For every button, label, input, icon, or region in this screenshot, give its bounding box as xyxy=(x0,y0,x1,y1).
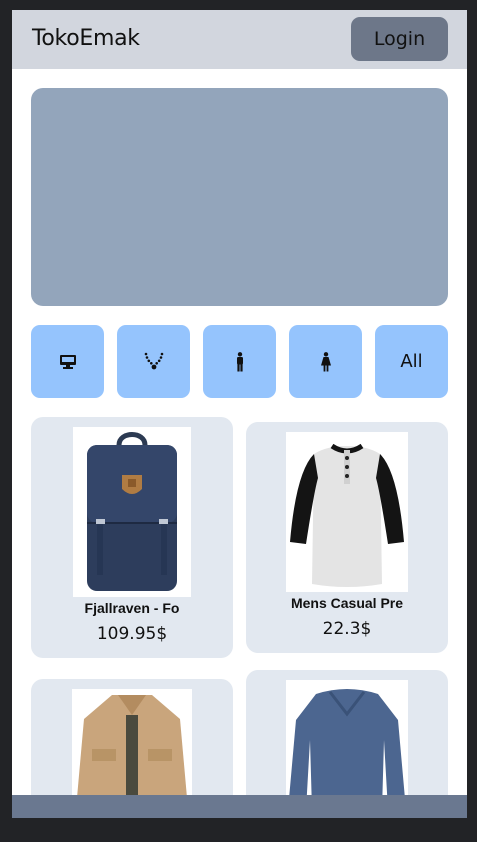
top-navbar: TokoEmak Login xyxy=(12,10,467,69)
category-jewelery-button[interactable] xyxy=(117,325,190,398)
category-all-label: All xyxy=(400,351,423,372)
category-electronics-button[interactable] xyxy=(31,325,104,398)
product-price: 22.3$ xyxy=(322,619,372,639)
female-icon xyxy=(320,351,331,371)
product-image xyxy=(286,432,408,592)
product-card[interactable]: Mens Casual Pre 22.3$ xyxy=(246,422,448,653)
computer-icon xyxy=(59,354,76,369)
category-women-button[interactable] xyxy=(289,325,362,398)
product-price: 109.95$ xyxy=(96,624,168,644)
male-icon xyxy=(236,351,243,371)
product-name: Fjallraven - Fo xyxy=(84,600,180,616)
category-men-button[interactable] xyxy=(203,325,276,398)
product-name: Mens Casual Pre xyxy=(290,595,404,611)
product-image xyxy=(286,680,408,810)
login-button[interactable]: Login xyxy=(351,17,448,61)
category-all-button[interactable]: All xyxy=(375,325,448,398)
banner-placeholder xyxy=(31,88,448,306)
brand-logo[interactable]: TokoEmak xyxy=(32,26,140,51)
product-card[interactable]: Fjallraven - Fo 109.95$ xyxy=(31,417,233,658)
product-image xyxy=(73,427,191,597)
app-frame: TokoEmak Login All Fjallraven - Fo 109.9… xyxy=(12,10,467,818)
necklace-icon xyxy=(144,352,163,369)
bottom-navbar xyxy=(12,795,467,818)
product-image xyxy=(72,689,192,809)
